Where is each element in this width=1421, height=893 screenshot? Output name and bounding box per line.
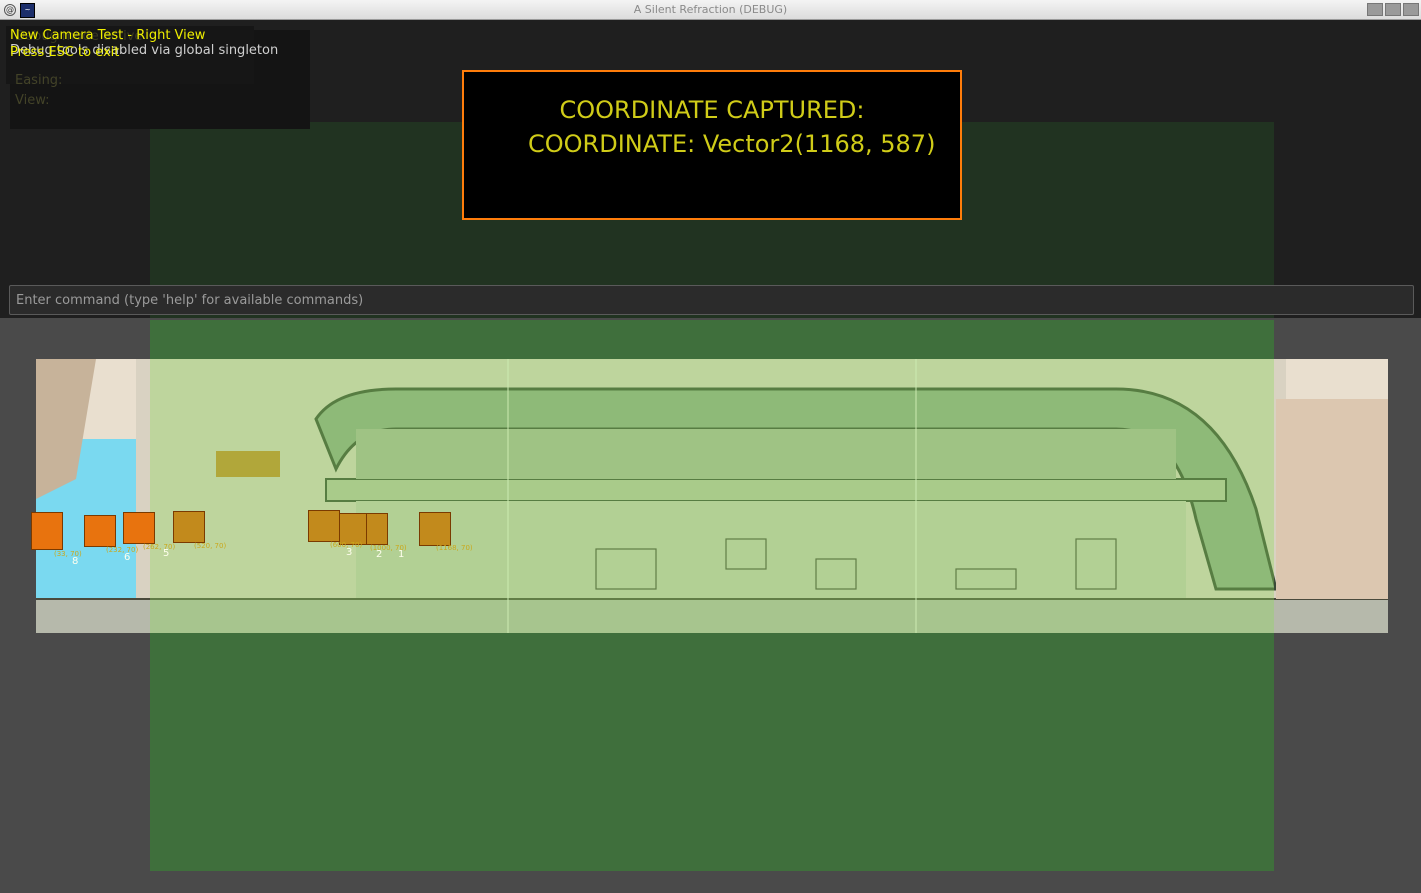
easing-label: Easing: [15,73,63,88]
capture-heading: COORDINATE CAPTURED: [559,96,865,124]
marker-index: 5 [163,548,170,559]
window-controls [1367,3,1419,16]
path-marker[interactable] [366,513,388,545]
path-marker[interactable] [84,515,116,547]
path-marker[interactable] [173,511,205,543]
view-label: View: [15,93,50,108]
marker-coord-label: (520, 70) [194,542,227,550]
marker-index: 1 [398,549,405,560]
marker-index: 8 [72,556,79,567]
marker-coord-label: (1168, 70) [436,544,473,552]
window-titlebar[interactable]: @ ~ A Silent Refraction (DEBUG) [0,0,1421,20]
command-input[interactable] [10,286,1413,314]
walkable-area-overlay-scene [150,359,1274,633]
path-marker[interactable] [31,512,63,550]
capture-value: COORDINATE: Vector2(1168, 587) [528,130,936,158]
camera-test-title: New Camera Test - Right View [10,28,206,43]
window-title: A Silent Refraction (DEBUG) [633,3,788,16]
command-bar [9,285,1414,315]
maximize-button[interactable] [1385,3,1401,16]
path-marker[interactable] [123,512,155,544]
marker-index: 2 [376,549,383,560]
close-button[interactable] [1403,3,1419,16]
exit-hint: Press ESC to exit [10,45,120,60]
path-marker[interactable] [419,512,451,546]
marker-index: 6 [124,552,131,563]
marker-index: 3 [346,547,353,558]
marker-coord-label: (232, 70) [106,546,139,554]
path-marker[interactable] [308,510,340,542]
coordinate-captured-box: COORDINATE CAPTURED: COORDINATE: Vector2… [462,70,962,220]
minimize-button[interactable] [1367,3,1383,16]
marker-coord-label: (262, 70) [143,543,176,551]
